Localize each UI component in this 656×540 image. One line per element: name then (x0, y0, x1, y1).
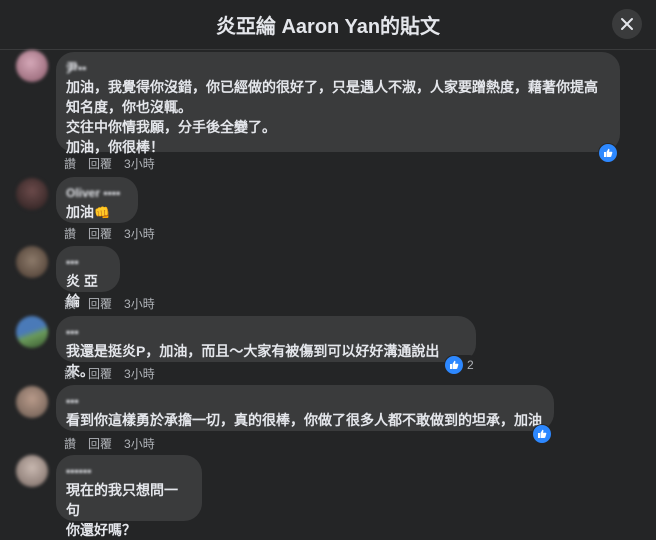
fist-emoji: 👊 (94, 205, 111, 220)
timestamp[interactable]: 3小時 (124, 295, 155, 312)
avatar[interactable] (16, 455, 48, 487)
comment-actions: 讚 回覆 3小時 (64, 295, 155, 312)
avatar[interactable] (16, 178, 48, 210)
timestamp[interactable]: 3小時 (124, 435, 155, 452)
reply-link[interactable]: 回覆 (88, 225, 112, 242)
timestamp[interactable]: 3小時 (124, 155, 155, 172)
comment-author[interactable]: ▪▪▪ (66, 393, 79, 409)
reaction-count: 2 (467, 358, 474, 372)
like-link[interactable]: 讚 (64, 295, 76, 312)
like-link[interactable]: 讚 (64, 365, 76, 382)
reply-link[interactable]: 回覆 (88, 155, 112, 172)
comment-author[interactable]: ▪▪▪ (66, 254, 79, 270)
thumbs-up-icon (445, 356, 463, 374)
avatar[interactable] (16, 50, 48, 82)
page-title: 炎亞綸 Aaron Yan的貼文 (215, 16, 441, 38)
reaction-badge[interactable] (598, 143, 618, 163)
thumbs-up-icon (599, 144, 617, 162)
timestamp[interactable]: 3小時 (124, 365, 155, 382)
like-link[interactable]: 讚 (64, 435, 76, 452)
comment-text: 加油，我覺得你沒錯，你已經做的很好了，只是遇人不淑，人家要蹭熱度，藉著你提高 知… (66, 79, 598, 155)
comment-author[interactable]: ▪▪▪▪▪▪ (66, 463, 92, 479)
reaction-badge[interactable]: 2 (444, 355, 479, 375)
comment-bubble: Oliver ▪▪▪▪ 加油👊 (56, 177, 138, 223)
avatar[interactable] (16, 246, 48, 278)
comment-bubble: ▪▪▪▪▪▪ 現在的我只想問一句 你還好嗎？ (56, 455, 202, 538)
close-button[interactable] (612, 9, 642, 39)
comment-bubble: ▪▪▪ 炎 亞綸 (56, 246, 120, 309)
comment-actions: 讚 回覆 3小時 (64, 155, 155, 172)
comment-actions: 讚 回覆 3小時 (64, 435, 155, 452)
comment-text: 現在的我只想問一句 你還好嗎？ (66, 482, 178, 538)
like-link[interactable]: 讚 (64, 155, 76, 172)
reply-link[interactable]: 回覆 (88, 435, 112, 452)
reply-link[interactable]: 回覆 (88, 295, 112, 312)
avatar[interactable] (16, 386, 48, 418)
comment-bubble: ▪▪▪ 我還是挺炎P，加油，而且～大家有被傷到可以好好溝通說出來。 (56, 316, 476, 379)
comment-text: 加油👊 (66, 202, 126, 223)
comment-bubble: 尹▪▪ 加油，我覺得你沒錯，你已經做的很好了，只是遇人不淑，人家要蹭熱度，藉著你… (56, 52, 620, 155)
comment-author[interactable]: Oliver ▪▪▪▪ (66, 185, 120, 201)
comment-actions: 讚 回覆 3小時 (64, 365, 155, 382)
comment-actions: 讚 回覆 3小時 (64, 225, 155, 242)
reaction-badge[interactable] (532, 424, 552, 444)
comment-author[interactable]: 尹▪▪ (66, 60, 87, 76)
avatar[interactable] (16, 316, 48, 348)
comment-text: 看到你這樣勇於承擔一切，真的很棒，你做了很多人都不敢做到的坦承，加油 (66, 412, 542, 428)
reply-link[interactable]: 回覆 (88, 365, 112, 382)
timestamp[interactable]: 3小時 (124, 225, 155, 242)
comment-bubble: ▪▪▪ 看到你這樣勇於承擔一切，真的很棒，你做了很多人都不敢做到的坦承，加油 (56, 385, 554, 431)
thumbs-up-icon (533, 425, 551, 443)
comment-author[interactable]: ▪▪▪ (66, 324, 79, 340)
post-header: 炎亞綸 Aaron Yan的貼文 (0, 0, 656, 50)
close-icon (621, 18, 633, 30)
like-link[interactable]: 讚 (64, 225, 76, 242)
